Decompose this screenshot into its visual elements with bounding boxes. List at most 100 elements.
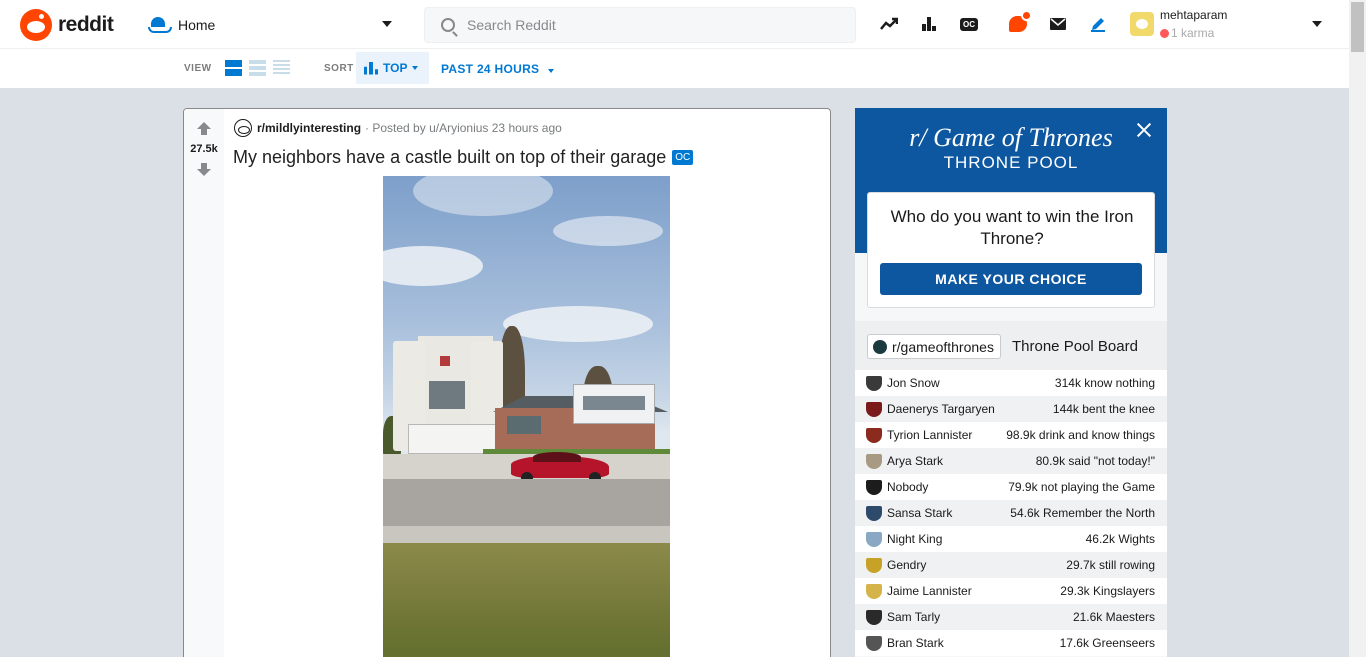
house-sigil-icon bbox=[866, 558, 882, 573]
search-bar[interactable] bbox=[424, 7, 856, 43]
downvote-icon[interactable] bbox=[197, 163, 211, 177]
board-row: Nobody 79.9k not playing the Game bbox=[855, 474, 1167, 500]
close-icon[interactable] bbox=[1135, 121, 1153, 139]
chevron-down-icon bbox=[382, 21, 392, 27]
username: mehtaparam bbox=[1160, 8, 1228, 22]
reddit-logo-icon bbox=[20, 9, 52, 41]
posted-by: · Posted by u/Aryionius 23 hours ago bbox=[365, 121, 562, 135]
candidate-name: Gendry bbox=[887, 558, 927, 572]
scrollbar[interactable] bbox=[1349, 0, 1366, 657]
compact-view-icon[interactable] bbox=[273, 60, 290, 76]
board-row: Bran Stark 17.6k Greenseers bbox=[855, 630, 1167, 656]
make-your-choice-button[interactable]: MAKE YOUR CHOICE bbox=[880, 263, 1142, 295]
view-label: VIEW bbox=[184, 63, 212, 74]
scrollbar-thumb[interactable] bbox=[1351, 2, 1364, 52]
candidate-votes: 79.9k not playing the Game bbox=[1008, 480, 1155, 494]
upvote-icon[interactable] bbox=[197, 122, 211, 136]
house-sigil-icon bbox=[866, 428, 882, 443]
board-row: Daenerys Targaryen 144k bent the knee bbox=[855, 396, 1167, 422]
candidate-name: Arya Stark bbox=[887, 454, 944, 468]
candidate-name: Jon Snow bbox=[887, 376, 940, 390]
candidate-votes: 314k know nothing bbox=[1054, 376, 1155, 390]
vote-column: 27.5k bbox=[184, 109, 224, 657]
chevron-down-icon bbox=[548, 69, 555, 73]
candidate-votes: 80.9k said "not today!" bbox=[1035, 454, 1155, 468]
sort-value: TOP bbox=[383, 61, 408, 75]
candidate-name: Tyrion Lannister bbox=[887, 428, 973, 442]
candidate-votes: 46.2k Wights bbox=[1085, 532, 1155, 546]
sort-dropdown[interactable]: TOP bbox=[356, 52, 429, 84]
candidate-name: Jaime Lannister bbox=[887, 584, 972, 598]
mail-icon[interactable] bbox=[1048, 14, 1068, 34]
leaderboard-icon[interactable] bbox=[919, 14, 939, 34]
subreddit-icon[interactable] bbox=[234, 119, 252, 137]
throne-pool-widget: r/ Game of Thrones THRONE POOL Who do yo… bbox=[855, 108, 1167, 657]
house-sigil-icon bbox=[866, 506, 882, 521]
house-sigil-icon bbox=[866, 636, 882, 651]
top-sort-icon bbox=[364, 61, 378, 75]
user-dropdown[interactable]: mehtaparam 1 karma bbox=[1130, 8, 1330, 42]
chevron-down-icon bbox=[412, 66, 419, 70]
trending-icon[interactable] bbox=[879, 14, 899, 34]
subreddit-pill[interactable]: r/gameofthrones bbox=[867, 334, 1001, 359]
candidate-votes: 29.7k still rowing bbox=[1066, 558, 1155, 572]
classic-view-icon[interactable] bbox=[249, 60, 266, 76]
candidate-name: Sansa Stark bbox=[887, 506, 953, 520]
board-title: Throne Pool Board bbox=[1012, 338, 1138, 355]
home-label: Home bbox=[178, 17, 216, 33]
card-view-icon[interactable] bbox=[225, 60, 242, 76]
candidate-votes: 29.3k Kingslayers bbox=[1060, 584, 1155, 598]
board-row: Sansa Stark 54.6k Remember the North bbox=[855, 500, 1167, 526]
time-range-value: PAST 24 HOURS bbox=[441, 62, 540, 76]
house-sigil-icon bbox=[866, 376, 882, 391]
candidate-votes: 17.6k Greenseers bbox=[1059, 636, 1155, 650]
board-row: Jaime Lannister 29.3k Kingslayers bbox=[855, 578, 1167, 604]
board-row: Tyrion Lannister 98.9k drink and know thi… bbox=[855, 422, 1167, 448]
board-list: Jon Snow 314k know nothing Daenerys Targar… bbox=[855, 370, 1167, 656]
candidate-name: Night King bbox=[887, 532, 943, 546]
post-title[interactable]: My neighbors have a castle built on top … bbox=[233, 147, 694, 168]
post-card[interactable]: 27.5k r/mildlyinteresting · Posted by u/… bbox=[183, 108, 831, 657]
reddit-wordmark: reddit bbox=[58, 13, 114, 36]
board-row: Night King 46.2k Wights bbox=[855, 526, 1167, 552]
chevron-down-icon bbox=[1312, 21, 1322, 27]
search-icon bbox=[441, 18, 455, 32]
house-sigil-icon bbox=[866, 454, 882, 469]
throne-pool-subtitle: THRONE POOL bbox=[943, 153, 1079, 172]
subreddit-link[interactable]: r/mildlyinteresting bbox=[257, 121, 361, 135]
top-header: reddit Home OC mehtaparam 1 karma bbox=[0, 0, 1349, 49]
create-post-icon[interactable] bbox=[1088, 14, 1108, 34]
board-row: Gendry 29.7k still rowing bbox=[855, 552, 1167, 578]
sort-label: SORT bbox=[324, 63, 354, 74]
house-sigil-icon bbox=[866, 584, 882, 599]
candidate-name: Nobody bbox=[887, 480, 929, 494]
sort-bar: VIEW SORT TOP PAST 24 HOURS bbox=[0, 49, 1349, 88]
candidate-name: Bran Stark bbox=[887, 636, 944, 650]
post-meta: r/mildlyinteresting · Posted by u/Aryion… bbox=[234, 119, 562, 137]
candidate-votes: 21.6k Maesters bbox=[1072, 610, 1155, 624]
reddit-logo[interactable]: reddit bbox=[20, 9, 114, 41]
house-sigil-icon bbox=[866, 610, 882, 625]
search-input[interactable] bbox=[467, 17, 847, 33]
home-dropdown[interactable]: Home bbox=[148, 10, 398, 40]
house-sigil-icon bbox=[866, 402, 882, 417]
oc-flair: OC bbox=[672, 150, 694, 165]
candidate-name: Sam Tarly bbox=[887, 610, 941, 624]
post-image[interactable] bbox=[383, 176, 670, 657]
candidate-votes: 144k bent the knee bbox=[1052, 402, 1155, 416]
karma-count: 1 karma bbox=[1160, 26, 1214, 40]
notification-badge bbox=[1021, 10, 1032, 21]
avatar bbox=[1130, 12, 1154, 36]
karma-icon bbox=[1160, 29, 1169, 38]
throne-pool-card: Who do you want to win the Iron Throne? … bbox=[867, 192, 1155, 308]
candidate-votes: 98.9k drink and know things bbox=[1006, 428, 1155, 442]
home-icon bbox=[148, 17, 172, 33]
throne-question: Who do you want to win the Iron Throne? bbox=[890, 207, 1134, 248]
oc-icon[interactable]: OC bbox=[959, 14, 979, 34]
candidate-name: Daenerys Targaryen bbox=[887, 402, 995, 416]
time-range-dropdown[interactable]: PAST 24 HOURS bbox=[441, 62, 555, 76]
board-header: r/gameofthrones Throne Pool Board bbox=[855, 321, 1167, 370]
got-logo: r/ Game of Thrones bbox=[909, 123, 1113, 152]
post-title-text: My neighbors have a castle built on top … bbox=[233, 147, 667, 167]
board-row: Arya Stark 80.9k said "not today!" bbox=[855, 448, 1167, 474]
